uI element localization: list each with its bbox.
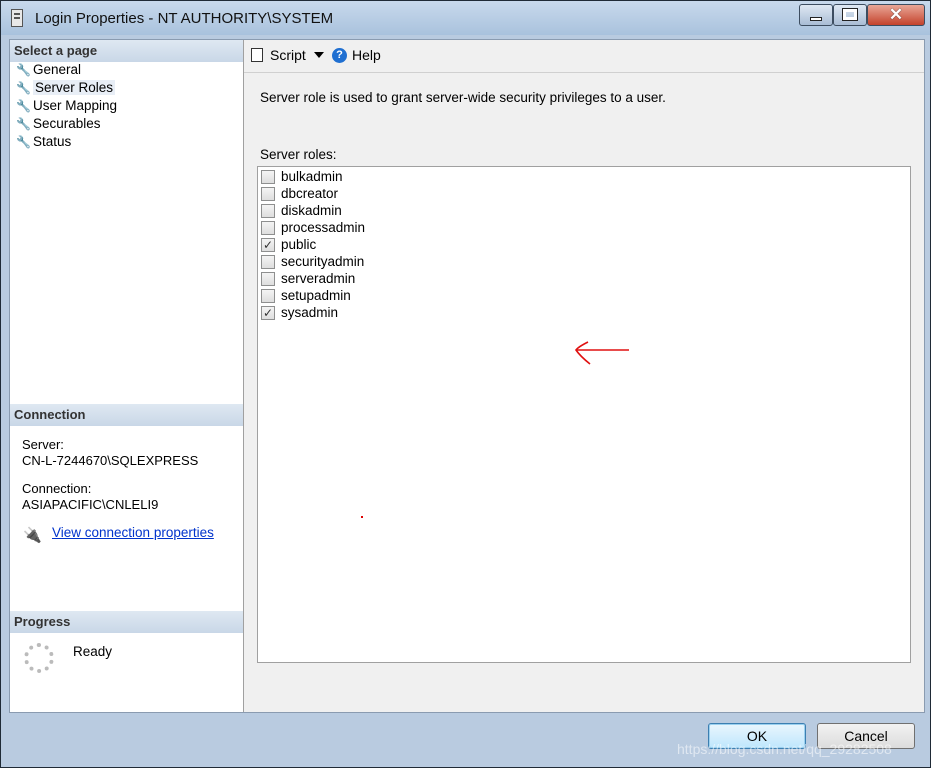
page-item-label: Server Roles [33,80,116,95]
maximize-icon [842,8,858,21]
role-checkbox[interactable] [261,204,275,218]
role-checkbox[interactable]: ✓ [261,306,275,320]
annotation-dot [361,516,363,518]
help-icon[interactable]: ? [332,48,347,63]
server-value: CN-L-7244670\SQLEXPRESS [22,453,199,468]
role-name: serveradmin [281,271,356,286]
role-checkbox[interactable]: ✓ [261,238,275,252]
connection-properties-icon: 🔌 [23,527,42,544]
wrench-icon: 🔧 [16,81,31,95]
server-icon [11,9,23,27]
role-checkbox[interactable] [261,272,275,286]
progress-status: Ready [73,644,113,659]
page-item-general[interactable]: 🔧 General [16,61,81,79]
server-roles-list: bulkadmin dbcreator diskadmin processadmin ✓… [257,166,911,663]
script-icon[interactable] [251,48,263,62]
login-properties-window: Login Properties - NT AUTHORITY\SYSTEM ✕… [0,0,931,768]
page-item-label: Status [33,134,72,149]
role-checkbox[interactable] [261,289,275,303]
toolbar: Script ? Help [244,40,924,73]
progress-header: Progress [10,611,243,633]
role-name: setupadmin [281,288,351,303]
script-dropdown-icon[interactable] [314,52,324,58]
right-pane: Script ? Help Server role is used to gra… [244,40,924,712]
progress-spinner-icon [24,643,54,673]
page-item-securables[interactable]: 🔧 Securables [16,115,101,133]
left-pane: Select a page 🔧 General 🔧 Server Roles 🔧 User… [10,40,244,712]
dialog-client-area: Select a page 🔧 General 🔧 Server Roles 🔧 User… [9,39,925,713]
server-roles-label: Server roles: [260,147,337,162]
maximize-button[interactable] [833,4,867,26]
role-checkbox[interactable] [261,170,275,184]
page-item-status[interactable]: 🔧 Status [16,133,71,151]
page-item-label: General [33,62,82,77]
role-name: bulkadmin [281,169,343,184]
page-item-user-mapping[interactable]: 🔧 User Mapping [16,97,117,115]
view-connection-properties-link[interactable]: View connection properties [52,525,214,540]
server-label: Server: [22,437,64,452]
watermark: https://blog.csdn.net/qq_29282508 [677,741,892,757]
page-item-server-roles[interactable]: 🔧 Server Roles [16,79,116,97]
close-icon: ✕ [888,5,904,24]
role-name: diskadmin [281,203,342,218]
page-item-label: Securables [33,116,101,131]
script-button[interactable]: Script [270,47,306,63]
help-button[interactable]: Help [352,47,381,63]
role-name: dbcreator [281,186,339,201]
close-button[interactable]: ✕ [867,4,925,26]
role-checkbox[interactable] [261,221,275,235]
wrench-icon: 🔧 [16,135,31,149]
annotation-arrow-icon [575,341,629,365]
connection-value: ASIAPACIFIC\CNLELI9 [22,497,159,512]
minimize-button[interactable] [799,4,833,26]
minimize-icon [810,17,822,21]
role-name: securityadmin [281,254,365,269]
select-page-header: Select a page [10,40,243,62]
wrench-icon: 🔧 [16,99,31,113]
connection-label: Connection: [22,481,92,496]
wrench-icon: 🔧 [16,117,31,131]
connection-header: Connection [10,404,243,426]
role-checkbox[interactable] [261,187,275,201]
window-title: Login Properties - NT AUTHORITY\SYSTEM [35,10,334,27]
role-name: processadmin [281,220,366,235]
title-bar[interactable]: Login Properties - NT AUTHORITY\SYSTEM ✕ [1,1,930,35]
page-description: Server role is used to grant server-wide… [260,90,666,105]
role-name: sysadmin [281,305,339,320]
role-checkbox[interactable] [261,255,275,269]
role-name: public [281,237,317,252]
page-item-label: User Mapping [33,98,118,113]
wrench-icon: 🔧 [16,63,31,77]
